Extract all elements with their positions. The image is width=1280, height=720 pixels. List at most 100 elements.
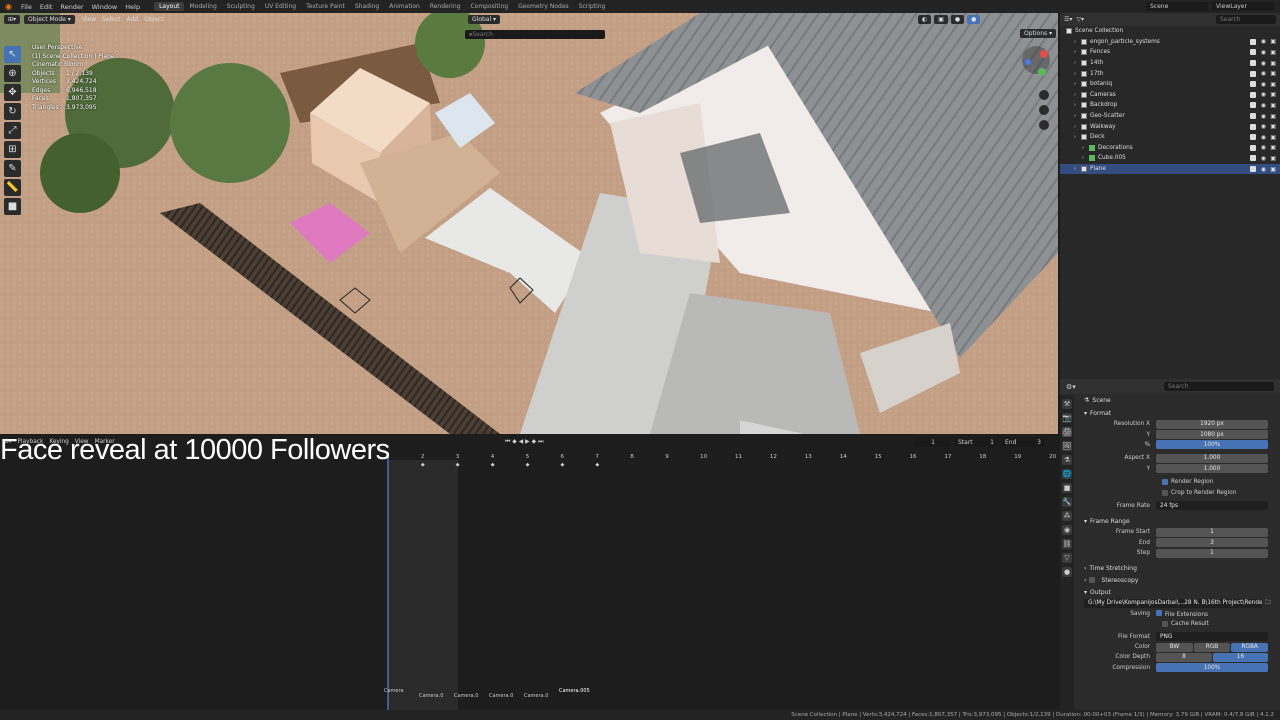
eye-icon[interactable]: ◉ <box>1261 91 1266 98</box>
exclude-checkbox[interactable] <box>1250 70 1256 77</box>
file-extensions-checkbox[interactable]: File Extensions <box>1156 609 1208 618</box>
render-camera-icon[interactable]: ▣ <box>1270 123 1276 130</box>
workspace-tab-animation[interactable]: Animation <box>384 2 425 11</box>
viewport-menu-add[interactable]: Add <box>124 16 142 23</box>
render-camera-icon[interactable]: ▣ <box>1270 49 1276 56</box>
scene-tab-icon[interactable]: ⚗ <box>1062 455 1072 465</box>
render-camera-icon[interactable]: ▣ <box>1270 144 1276 151</box>
eye-icon[interactable]: ◉ <box>1261 38 1266 45</box>
eye-icon[interactable]: ◉ <box>1261 144 1266 151</box>
exclude-checkbox[interactable] <box>1250 91 1256 98</box>
camera-marker[interactable]: Camera.0 <box>489 693 513 699</box>
eye-icon[interactable]: ◉ <box>1261 123 1266 130</box>
outliner-item[interactable]: › Backdrop ◉ ▣ <box>1060 100 1280 111</box>
outliner-item[interactable]: › 14th ◉ ▣ <box>1060 58 1280 69</box>
output-path-field[interactable]: G:\My Drive\KompanijosDarbai\...28 N. B\… <box>1084 598 1262 608</box>
workspace-tab-layout[interactable]: Layout <box>154 2 185 11</box>
expand-arrow-icon[interactable]: › <box>1082 145 1089 151</box>
expand-arrow-icon[interactable]: › <box>1074 102 1081 108</box>
frame-end-field[interactable]: 3 <box>1156 538 1268 548</box>
exclude-checkbox[interactable] <box>1250 81 1256 88</box>
keyframe-diamond-icon[interactable]: ◆ <box>491 462 495 468</box>
outliner-item[interactable]: › Cube.005 ◉ ▣ <box>1060 153 1280 164</box>
next-key-icon[interactable]: ◆ <box>532 439 536 446</box>
eye-icon[interactable]: ◉ <box>1261 70 1266 77</box>
properties-type-icon[interactable]: ⚙▾ <box>1066 383 1076 391</box>
cache-result-checkbox[interactable]: Cache Result <box>1078 619 1280 629</box>
workspace-tab-uv-editing[interactable]: UV Editing <box>260 2 301 11</box>
prev-key-icon[interactable]: ◆ <box>512 439 516 446</box>
aspect-y-field[interactable]: 1.000 <box>1156 464 1268 474</box>
keyframe-diamond-icon[interactable]: ◆ <box>526 462 530 468</box>
filter-icon[interactable]: ▽▾ <box>1076 16 1084 23</box>
camera-marker[interactable]: Camera.0 <box>419 693 443 699</box>
expand-arrow-icon[interactable]: › <box>1074 92 1081 98</box>
menu-window[interactable]: Window <box>88 3 122 11</box>
expand-arrow-icon[interactable]: › <box>1074 124 1081 130</box>
outliner-item[interactable]: › Walkway ◉ ▣ <box>1060 121 1280 132</box>
expand-arrow-icon[interactable]: › <box>1074 81 1081 87</box>
render-camera-icon[interactable]: ▣ <box>1270 134 1276 141</box>
viewport-menu-view[interactable]: View <box>79 16 99 23</box>
menu-render[interactable]: Render <box>56 3 87 11</box>
viewport-menu-object[interactable]: Object <box>141 16 167 23</box>
outliner-item[interactable]: › Decorations ◉ ▣ <box>1060 143 1280 154</box>
outliner-item[interactable]: › Geo-Scatter ◉ ▣ <box>1060 111 1280 122</box>
keyframe-diamond-icon[interactable]: ◆ <box>595 462 599 468</box>
rotate-tool-icon[interactable]: ↻ <box>4 103 21 120</box>
camera-marker[interactable]: Camera <box>384 688 404 694</box>
render-camera-icon[interactable]: ▣ <box>1270 166 1276 173</box>
outliner-item[interactable]: › Plane ◉ ▣ <box>1060 163 1280 175</box>
eye-icon[interactable]: ◉ <box>1261 49 1266 56</box>
render-camera-icon[interactable]: ▣ <box>1270 60 1276 67</box>
exclude-checkbox[interactable] <box>1250 144 1256 151</box>
menu-file[interactable]: File <box>17 3 36 11</box>
scale-tool-icon[interactable]: ⤢ <box>4 122 21 139</box>
stereoscopy-section[interactable]: › Stereoscopy <box>1078 574 1280 586</box>
outliner-item[interactable]: › 17th ◉ ▣ <box>1060 68 1280 79</box>
eye-icon[interactable]: ◉ <box>1261 102 1266 109</box>
particles-tab-icon[interactable]: ⁂ <box>1062 511 1072 521</box>
render-camera-icon[interactable]: ▣ <box>1270 81 1276 88</box>
shading-rendered-button[interactable]: ● <box>967 15 981 24</box>
crop-region-checkbox[interactable]: Crop to Render Region <box>1078 487 1280 497</box>
expand-arrow-icon[interactable]: › <box>1074 134 1081 140</box>
render-camera-icon[interactable]: ▣ <box>1270 38 1276 45</box>
jump-start-icon[interactable]: ⏮ <box>505 439 510 446</box>
reverse-play-icon[interactable]: ◀ <box>519 439 523 446</box>
workspace-tab-scripting[interactable]: Scripting <box>574 2 611 11</box>
render-camera-icon[interactable]: ▣ <box>1270 102 1276 109</box>
measure-tool-icon[interactable]: 📏 <box>4 179 21 196</box>
workspace-tab-texture-paint[interactable]: Texture Paint <box>301 2 350 11</box>
exclude-checkbox[interactable] <box>1250 102 1256 109</box>
keyframe-diamond-icon[interactable]: ◆ <box>456 462 460 468</box>
workspace-tab-compositing[interactable]: Compositing <box>465 2 513 11</box>
render-camera-icon[interactable]: ▣ <box>1270 70 1276 77</box>
format-section[interactable]: ▾ Format <box>1078 407 1280 419</box>
timeline-editor[interactable] <box>0 434 1058 710</box>
object-tab-icon[interactable]: ■ <box>1062 483 1072 493</box>
folder-icon[interactable]: 🗀 <box>1265 598 1271 608</box>
frame-step-field[interactable]: 1 <box>1156 548 1268 558</box>
exclude-checkbox[interactable] <box>1250 123 1256 130</box>
viewport-search-input[interactable]: ⌕ Search <box>465 30 605 39</box>
expand-arrow-icon[interactable]: › <box>1082 155 1089 161</box>
shading-solid-button[interactable]: ● <box>950 15 965 24</box>
camera-marker[interactable]: Camera.0 <box>454 693 478 699</box>
outliner-item[interactable]: › Fences ◉ ▣ <box>1060 47 1280 58</box>
expand-arrow-icon[interactable]: › <box>1074 60 1081 66</box>
workspace-tab-geometry-nodes[interactable]: Geometry Nodes <box>513 2 574 11</box>
workspace-tab-shading[interactable]: Shading <box>350 2 384 11</box>
blender-logo-icon[interactable]: ◉ <box>0 2 17 11</box>
resolution-y-field[interactable]: 1080 px <box>1156 430 1268 440</box>
navigation-gizmo[interactable] <box>1018 42 1054 142</box>
play-icon[interactable]: ▶ <box>525 439 529 446</box>
world-tab-icon[interactable]: 🌐 <box>1062 469 1072 479</box>
exclude-checkbox[interactable] <box>1250 113 1256 120</box>
compression-field[interactable]: 100% <box>1156 663 1268 673</box>
exclude-checkbox[interactable] <box>1250 38 1256 45</box>
view-layer-tab-icon[interactable]: 🖼 <box>1062 441 1072 451</box>
workspace-tab-sculpting[interactable]: Sculpting <box>222 2 260 11</box>
depth-8-button[interactable]: 8 <box>1156 652 1212 662</box>
frame-start-field[interactable]: 1 <box>1156 527 1268 537</box>
